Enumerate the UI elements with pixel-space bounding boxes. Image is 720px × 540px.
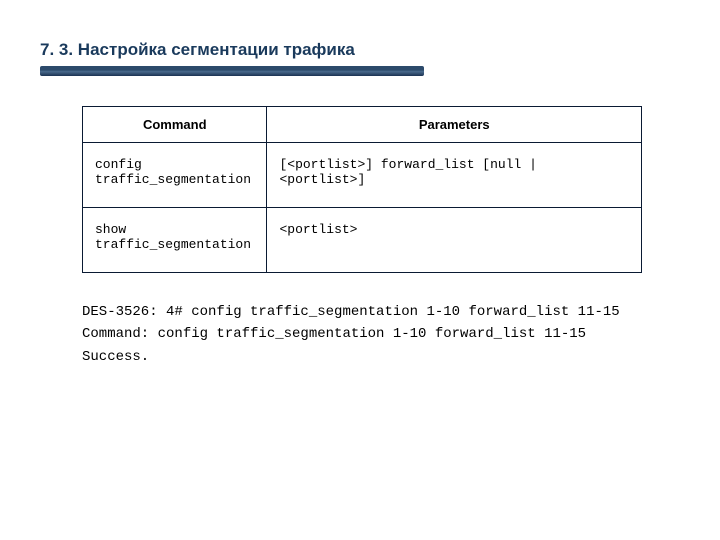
table-header-command: Command bbox=[83, 107, 267, 143]
table-row: config traffic_segmentation [<portlist>]… bbox=[83, 143, 642, 208]
cell-command: config traffic_segmentation bbox=[83, 143, 267, 208]
terminal-output: DES-3526: 4# config traffic_segmentation… bbox=[82, 301, 680, 368]
command-table: Command Parameters config traffic_segmen… bbox=[82, 106, 642, 273]
section-heading-wrap: 7. 3. Настройка сегментации трафика bbox=[40, 40, 680, 76]
cell-parameters: <portlist> bbox=[267, 208, 642, 273]
terminal-line: DES-3526: 4# config traffic_segmentation… bbox=[82, 301, 680, 323]
terminal-line: Success. bbox=[82, 346, 680, 368]
table-header-row: Command Parameters bbox=[83, 107, 642, 143]
cell-parameters: [<portlist>] forward_list [null | <portl… bbox=[267, 143, 642, 208]
table-row: show traffic_segmentation <portlist> bbox=[83, 208, 642, 273]
cell-command: show traffic_segmentation bbox=[83, 208, 267, 273]
heading-underline bbox=[40, 66, 424, 76]
terminal-line: Command: config traffic_segmentation 1-1… bbox=[82, 323, 680, 345]
table-header-parameters: Parameters bbox=[267, 107, 642, 143]
section-heading: 7. 3. Настройка сегментации трафика bbox=[40, 40, 680, 60]
